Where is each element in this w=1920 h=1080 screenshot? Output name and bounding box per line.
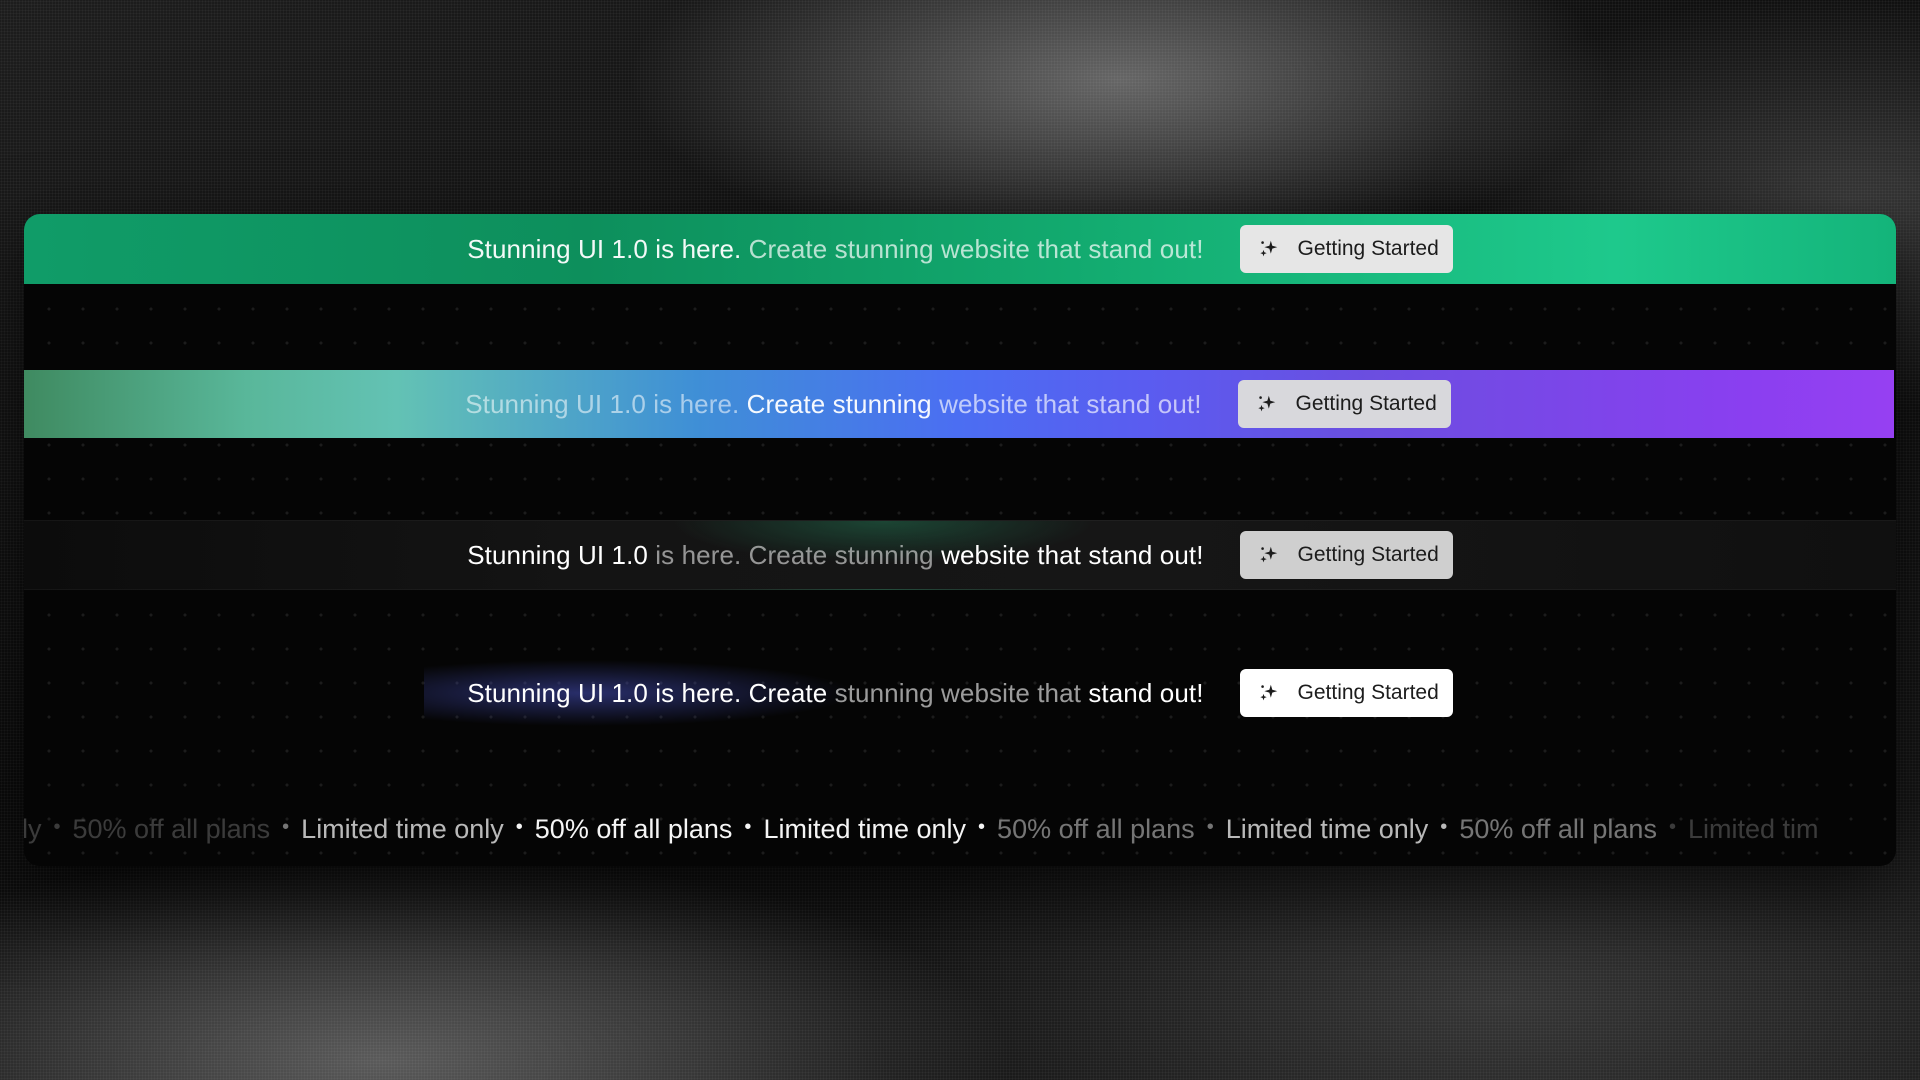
- marquee-item: 50% off all plans: [534, 814, 733, 844]
- banner-message-rest: website that stand out!: [939, 388, 1202, 419]
- marquee-item: Limited tim: [1687, 814, 1819, 844]
- sparkles-icon: [1259, 684, 1277, 701]
- marquee-item: ly: [24, 814, 42, 844]
- banner-message-dim: stunning website that: [834, 677, 1081, 708]
- announcement-banner-dark: Stunning UI 1.0 is here. Create stunning…: [24, 520, 1896, 590]
- button-label: Getting Started: [1297, 237, 1439, 260]
- marquee-separator: •: [1668, 816, 1676, 838]
- banner-message-highlight: Stunning UI 1.0: [467, 539, 648, 570]
- banner-message-highlight: Stunning UI 1.0 is here.: [467, 233, 742, 264]
- banner-message-rest: Create stunning website that stand out!: [748, 233, 1204, 264]
- marquee-track: ly • 50% off all plans • Limited time on…: [24, 814, 1819, 845]
- getting-started-button[interactable]: Getting Started: [1239, 531, 1453, 579]
- button-label: Getting Started: [1297, 681, 1439, 704]
- marquee-separator: •: [978, 816, 986, 838]
- banner-message: Stunning UI 1.0 is here. Create stunning…: [467, 678, 1203, 709]
- marquee-item: 50% off all plans: [997, 814, 1195, 844]
- banner-message-highlight: Create stunning: [746, 388, 932, 419]
- banner-message: Stunning UI 1.0 is here. Create stunning…: [467, 234, 1203, 265]
- marquee-separator: •: [53, 816, 61, 838]
- marquee-separator: •: [1440, 816, 1448, 838]
- sparkles-icon: [1259, 240, 1277, 257]
- marquee-item: 50% off all plans: [1459, 814, 1657, 844]
- banner-showcase-panel: Stunning UI 1.0 is here. Create stunning…: [24, 214, 1896, 866]
- marquee-separator: •: [282, 816, 290, 838]
- marquee-item: Limited time only: [1225, 814, 1429, 844]
- banner-message-rest: website that stand out!: [941, 539, 1204, 570]
- banner-message: Stunning UI 1.0 is here. Create stunning…: [465, 389, 1201, 420]
- banner-message-rest: stand out!: [1088, 677, 1204, 708]
- announcement-banner-green: Stunning UI 1.0 is here. Create stunning…: [24, 214, 1896, 284]
- banner-message-dim: is here. Create stunning: [655, 539, 934, 570]
- getting-started-button[interactable]: Getting Started: [1239, 669, 1453, 717]
- banner-message-dim: Stunning UI 1.0 is here.: [465, 388, 740, 419]
- sparkles-icon: [1257, 395, 1275, 412]
- button-label: Getting Started: [1295, 392, 1437, 415]
- marquee-item: Limited time only: [763, 814, 967, 844]
- promo-marquee: ly • 50% off all plans • Limited time on…: [24, 806, 1896, 856]
- marquee-item: Limited time only: [301, 814, 504, 844]
- getting-started-button[interactable]: Getting Started: [1239, 225, 1453, 273]
- banner-message-highlight: Stunning UI 1.0 is here. Create: [467, 677, 828, 708]
- announcement-banner-navy: Stunning UI 1.0 is here. Create stunning…: [24, 658, 1896, 728]
- button-label: Getting Started: [1297, 543, 1439, 566]
- marquee-item: 50% off all plans: [72, 814, 271, 844]
- sparkles-icon: [1259, 546, 1277, 563]
- marquee-separator: •: [1206, 816, 1214, 838]
- announcement-banner-gradient: Stunning UI 1.0 is here. Create stunning…: [24, 370, 1894, 438]
- marquee-separator: •: [744, 816, 752, 838]
- marquee-separator: •: [515, 816, 523, 838]
- banner-message: Stunning UI 1.0 is here. Create stunning…: [467, 540, 1203, 571]
- getting-started-button[interactable]: Getting Started: [1237, 380, 1451, 428]
